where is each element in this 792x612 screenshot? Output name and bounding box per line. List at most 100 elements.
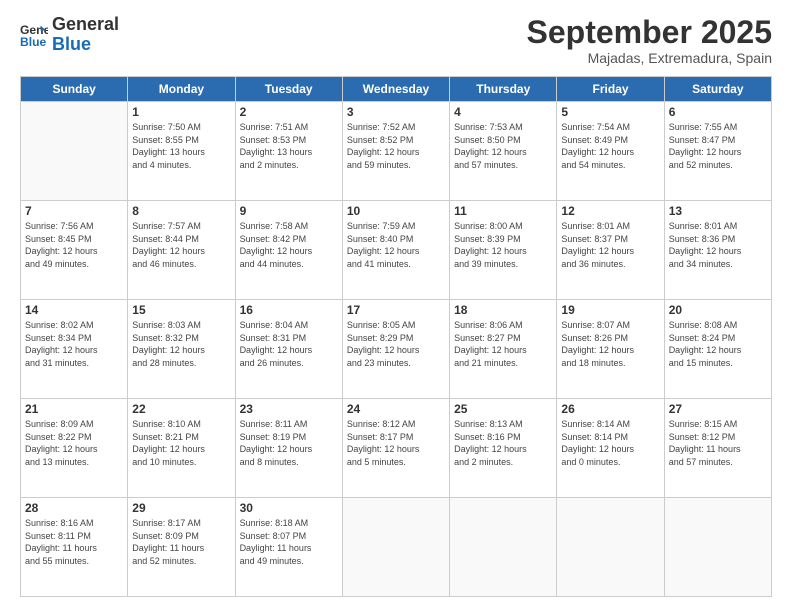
calendar-day-cell: 25 Sunrise: 8:13 AMSunset: 8:16 PMDayligh… [450,399,557,498]
day-info: Sunrise: 7:59 AMSunset: 8:40 PMDaylight:… [347,220,445,270]
calendar-day-cell: 5Sunrise: 7:54 AMSunset: 8:49 PMDaylight… [557,102,664,201]
day-info: Sunrise: 8:00 AMSunset: 8:39 PMDaylight:… [454,220,552,270]
calendar-day-cell [21,102,128,201]
day-info: Sunrise: 7:52 AMSunset: 8:52 PMDaylight:… [347,121,445,171]
calendar-day-cell: 16Sunrise: 8:04 AMSunset: 8:31 PMDayligh… [235,300,342,399]
day-info: Sunrise: 8:06 AMSunset: 8:27 PMDaylight:… [454,319,552,369]
title-block: September 2025 Majadas, Extremadura, Spa… [527,15,772,66]
page: General Blue General Blue September 2025… [0,0,792,612]
calendar-day-cell: 7Sunrise: 7:56 AMSunset: 8:45 PMDaylight… [21,201,128,300]
logo: General Blue General Blue [20,15,119,55]
day-number: 12 [561,204,659,218]
calendar-day-cell: 20 Sunrise: 8:08 AMSunset: 8:24 PMDayligh… [664,300,771,399]
location-subtitle: Majadas, Extremadura, Spain [527,50,772,66]
day-info: Sunrise: 8:03 AMSunset: 8:32 PMDaylight:… [132,319,230,369]
calendar-day-cell: 29 Sunrise: 8:17 AMSunset: 8:09 PMDayligh… [128,498,235,597]
calendar-day-cell [450,498,557,597]
day-number: 3 [347,105,445,119]
day-number: 6 [669,105,767,119]
day-info: Sunrise: 8:01 AMSunset: 8:37 PMDaylight:… [561,220,659,270]
day-number: 18 [454,303,552,317]
calendar-day-cell: 2 Sunrise: 7:51 AMSunset: 8:53 PMDaylight… [235,102,342,201]
day-number: 13 [669,204,767,218]
day-info: Sunrise: 7:54 AMSunset: 8:49 PMDaylight:… [561,121,659,171]
calendar-day-cell: 10 Sunrise: 7:59 AMSunset: 8:40 PMDayligh… [342,201,449,300]
day-number: 10 [347,204,445,218]
day-number: 9 [240,204,338,218]
day-number: 8 [132,204,230,218]
day-number: 26 [561,402,659,416]
col-tuesday: Tuesday [235,77,342,102]
day-info: Sunrise: 8:14 AMSunset: 8:14 PMDaylight:… [561,418,659,468]
day-number: 22 [132,402,230,416]
day-info: Sunrise: 8:15 AMSunset: 8:12 PMDaylight:… [669,418,767,468]
day-number: 17 [347,303,445,317]
calendar-day-cell: 11 Sunrise: 8:00 AMSunset: 8:39 PMDayligh… [450,201,557,300]
day-info: Sunrise: 7:56 AMSunset: 8:45 PMDaylight:… [25,220,123,270]
calendar-day-cell: 12 Sunrise: 8:01 AMSunset: 8:37 PMDayligh… [557,201,664,300]
col-wednesday: Wednesday [342,77,449,102]
calendar-day-cell: 30 Sunrise: 8:18 AMSunset: 8:07 PMDayligh… [235,498,342,597]
calendar-day-cell: 6Sunrise: 7:55 AMSunset: 8:47 PMDaylight… [664,102,771,201]
day-number: 23 [240,402,338,416]
calendar-day-cell [342,498,449,597]
calendar-day-cell: 22 Sunrise: 8:10 AMSunset: 8:21 PMDayligh… [128,399,235,498]
day-info: Sunrise: 7:51 AMSunset: 8:53 PMDaylight:… [240,121,338,171]
calendar-day-cell: 9 Sunrise: 7:58 AMSunset: 8:42 PMDaylight… [235,201,342,300]
calendar-day-cell [664,498,771,597]
calendar-week-row: 7Sunrise: 7:56 AMSunset: 8:45 PMDaylight… [21,201,772,300]
calendar-day-cell: 13 Sunrise: 8:01 AMSunset: 8:36 PMDayligh… [664,201,771,300]
day-info: Sunrise: 8:16 AMSunset: 8:11 PMDaylight:… [25,517,123,567]
day-number: 11 [454,204,552,218]
day-info: Sunrise: 8:13 AMSunset: 8:16 PMDaylight:… [454,418,552,468]
calendar-day-cell: 14Sunrise: 8:02 AMSunset: 8:34 PMDayligh… [21,300,128,399]
day-number: 29 [132,501,230,515]
day-info: Sunrise: 8:01 AMSunset: 8:36 PMDaylight:… [669,220,767,270]
month-title: September 2025 [527,15,772,50]
day-number: 19 [561,303,659,317]
calendar: Sunday Monday Tuesday Wednesday Thursday… [20,76,772,597]
day-number: 25 [454,402,552,416]
day-info: Sunrise: 8:11 AMSunset: 8:19 PMDaylight:… [240,418,338,468]
day-number: 20 [669,303,767,317]
calendar-day-cell: 4 Sunrise: 7:53 AMSunset: 8:50 PMDaylight… [450,102,557,201]
calendar-week-row: 21Sunrise: 8:09 AMSunset: 8:22 PMDayligh… [21,399,772,498]
day-number: 27 [669,402,767,416]
calendar-day-cell: 24Sunrise: 8:12 AMSunset: 8:17 PMDayligh… [342,399,449,498]
logo-text: General Blue [52,15,119,55]
day-number: 1 [132,105,230,119]
day-info: Sunrise: 8:10 AMSunset: 8:21 PMDaylight:… [132,418,230,468]
calendar-day-cell: 19 Sunrise: 8:07 AMSunset: 8:26 PMDayligh… [557,300,664,399]
calendar-day-cell: 17 Sunrise: 8:05 AMSunset: 8:29 PMDayligh… [342,300,449,399]
col-monday: Monday [128,77,235,102]
calendar-day-cell: 3 Sunrise: 7:52 AMSunset: 8:52 PMDaylight… [342,102,449,201]
day-info: Sunrise: 8:17 AMSunset: 8:09 PMDaylight:… [132,517,230,567]
day-info: Sunrise: 8:07 AMSunset: 8:26 PMDaylight:… [561,319,659,369]
day-info: Sunrise: 8:05 AMSunset: 8:29 PMDaylight:… [347,319,445,369]
day-info: Sunrise: 7:58 AMSunset: 8:42 PMDaylight:… [240,220,338,270]
calendar-day-cell: 26 Sunrise: 8:14 AMSunset: 8:14 PMDayligh… [557,399,664,498]
day-number: 24 [347,402,445,416]
day-number: 4 [454,105,552,119]
col-friday: Friday [557,77,664,102]
calendar-header-row: Sunday Monday Tuesday Wednesday Thursday… [21,77,772,102]
day-number: 2 [240,105,338,119]
day-info: Sunrise: 7:53 AMSunset: 8:50 PMDaylight:… [454,121,552,171]
calendar-day-cell: 1Sunrise: 7:50 AMSunset: 8:55 PMDaylight… [128,102,235,201]
calendar-day-cell: 18 Sunrise: 8:06 AMSunset: 8:27 PMDayligh… [450,300,557,399]
day-info: Sunrise: 8:18 AMSunset: 8:07 PMDaylight:… [240,517,338,567]
calendar-week-row: 14Sunrise: 8:02 AMSunset: 8:34 PMDayligh… [21,300,772,399]
calendar-day-cell: 23 Sunrise: 8:11 AMSunset: 8:19 PMDayligh… [235,399,342,498]
logo-icon: General Blue [20,21,48,49]
day-info: Sunrise: 8:08 AMSunset: 8:24 PMDaylight:… [669,319,767,369]
day-info: Sunrise: 8:09 AMSunset: 8:22 PMDaylight:… [25,418,123,468]
header: General Blue General Blue September 2025… [20,15,772,66]
calendar-day-cell: 21Sunrise: 8:09 AMSunset: 8:22 PMDayligh… [21,399,128,498]
svg-text:Blue: Blue [20,35,47,49]
day-number: 15 [132,303,230,317]
calendar-day-cell: 8Sunrise: 7:57 AMSunset: 8:44 PMDaylight… [128,201,235,300]
day-number: 28 [25,501,123,515]
day-number: 16 [240,303,338,317]
day-number: 30 [240,501,338,515]
day-info: Sunrise: 8:02 AMSunset: 8:34 PMDaylight:… [25,319,123,369]
